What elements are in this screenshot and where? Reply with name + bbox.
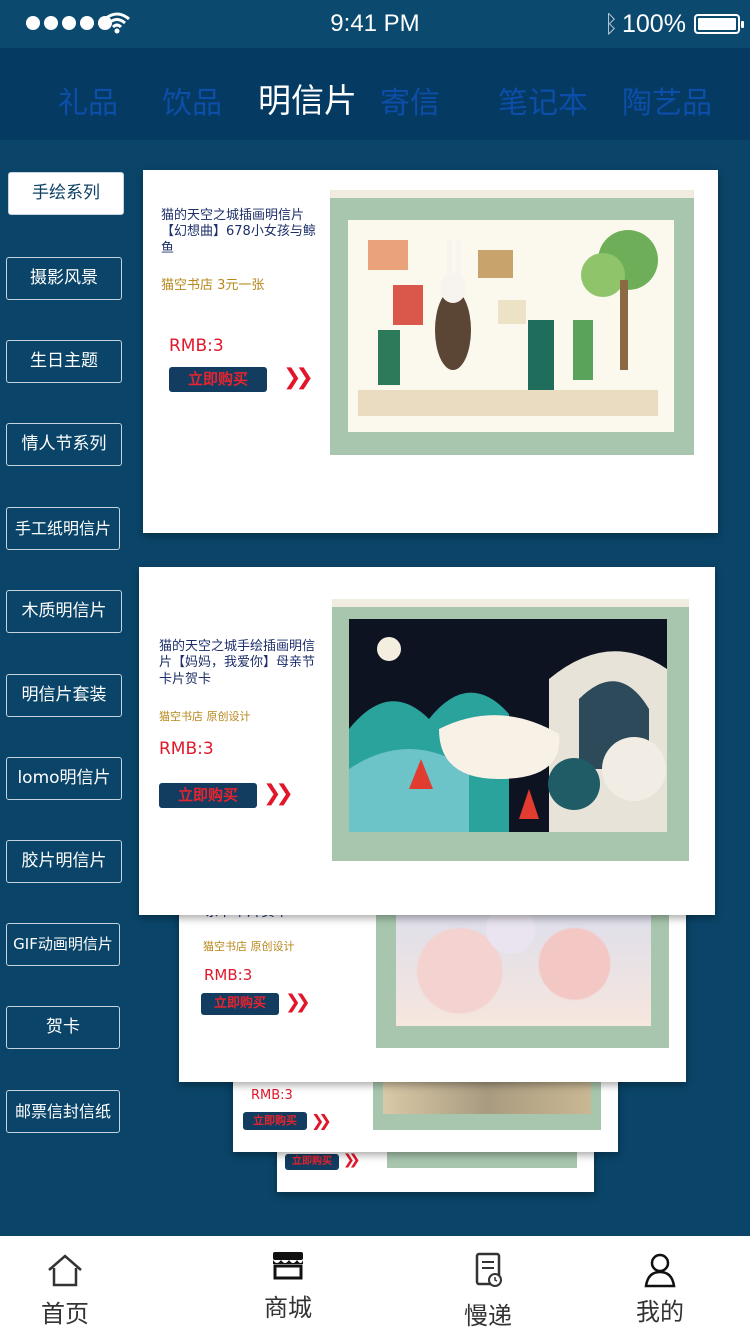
- bluetooth-icon: ᛒ: [604, 10, 619, 38]
- product-price: RMB:3: [251, 1088, 293, 1103]
- buy-now-button[interactable]: 立即购买: [201, 993, 279, 1015]
- sidebar-item-valentine[interactable]: 情人节系列: [6, 423, 122, 466]
- double-chevron-icon: ❯❯: [343, 1152, 361, 1168]
- product-title: 猫的天空之城插画明信片【幻想曲】678小女孩与鲸鱼: [161, 208, 316, 256]
- sidebar-item-stamps-envelopes[interactable]: 邮票信封信纸: [6, 1090, 120, 1133]
- postcard-frame: [332, 599, 689, 861]
- tab-letters[interactable]: 寄信: [380, 78, 440, 122]
- tab-notebooks[interactable]: 笔记本: [498, 78, 588, 122]
- double-chevron-icon: ❯❯: [285, 991, 311, 1013]
- tab-ceramics[interactable]: 陶艺品: [622, 78, 712, 122]
- sidebar-item-sets[interactable]: 明信片套装: [6, 674, 122, 717]
- bottom-navigation: 首页 商城 慢递 我的: [0, 1236, 750, 1334]
- buy-now-button[interactable]: 立即购买: [169, 367, 267, 392]
- tab-drinks[interactable]: 饮品: [162, 78, 222, 122]
- sidebar-item-wooden[interactable]: 木质明信片: [6, 590, 122, 633]
- nav-label: 商城: [264, 1294, 312, 1322]
- shop-icon: [273, 1252, 303, 1280]
- product-shop: 猫空书店 3元一张: [161, 278, 265, 293]
- product-card[interactable]: 猫的天空之城插画明信片【幻想曲】678小女孩与鲸鱼 猫空书店 3元一张 RMB:…: [143, 170, 718, 533]
- sidebar-item-gif[interactable]: GIF动画明信片: [6, 923, 120, 966]
- nav-shop[interactable]: 商城: [228, 1236, 348, 1334]
- nav-label: 首页: [41, 1300, 89, 1328]
- buy-now-button[interactable]: 立即购买: [159, 783, 257, 808]
- nav-label: 慢递: [464, 1302, 512, 1330]
- nav-slow-mail[interactable]: 慢递: [428, 1236, 548, 1334]
- double-chevron-icon: ❯❯: [283, 365, 314, 390]
- postcard-image: [349, 619, 667, 832]
- category-tabs: 礼品 饮品 明信片 寄信 笔记本 陶艺品: [0, 48, 750, 140]
- sidebar-item-photography[interactable]: 摄影风景: [6, 257, 122, 300]
- home-icon: [48, 1254, 82, 1287]
- product-shop: 猫空书店 原创设计: [159, 710, 251, 723]
- battery-icon: [694, 14, 744, 34]
- product-price: RMB:3: [169, 336, 224, 356]
- status-bar: 9:41 PM ᛒ 100%: [0, 0, 750, 48]
- sidebar-item-birthday[interactable]: 生日主题: [6, 340, 122, 383]
- product-price: RMB:3: [159, 739, 214, 759]
- buy-now-button[interactable]: 立即购买: [243, 1112, 307, 1130]
- sidebar-item-lomo[interactable]: lomo明信片: [6, 757, 122, 800]
- slow-mail-icon: [475, 1252, 502, 1287]
- postcard-image: [348, 220, 674, 432]
- tab-postcards[interactable]: 明信片: [258, 74, 357, 122]
- product-shop: 猫空书店 原创设计: [203, 940, 295, 953]
- sidebar-item-hand-drawn[interactable]: 手绘系列: [8, 172, 124, 215]
- sidebar-item-film[interactable]: 胶片明信片: [6, 840, 122, 883]
- tab-gifts[interactable]: 礼品: [58, 78, 118, 122]
- sidebar-item-handmade-paper[interactable]: 手工纸明信片: [6, 507, 120, 550]
- postcard-frame: [330, 190, 694, 455]
- user-icon: [644, 1253, 676, 1288]
- buy-now-button[interactable]: 立即购买: [285, 1154, 339, 1170]
- nav-label: 我的: [636, 1298, 684, 1326]
- double-chevron-icon: ❯❯: [263, 781, 294, 806]
- nav-home[interactable]: 首页: [5, 1236, 125, 1334]
- product-card[interactable]: 猫的天空之城手绘插画明信片【妈妈，我爱你】母亲节卡片贺卡 猫空书店 原创设计 R…: [139, 567, 715, 915]
- sidebar-item-greeting-cards[interactable]: 贺卡: [6, 1006, 120, 1049]
- product-price: RMB:3: [204, 966, 253, 984]
- double-chevron-icon: ❯❯: [311, 1111, 332, 1130]
- product-title: 猫的天空之城手绘插画明信片【妈妈，我爱你】母亲节卡片贺卡: [159, 639, 316, 687]
- battery-percentage: 100%: [622, 10, 686, 38]
- nav-profile[interactable]: 我的: [600, 1236, 720, 1334]
